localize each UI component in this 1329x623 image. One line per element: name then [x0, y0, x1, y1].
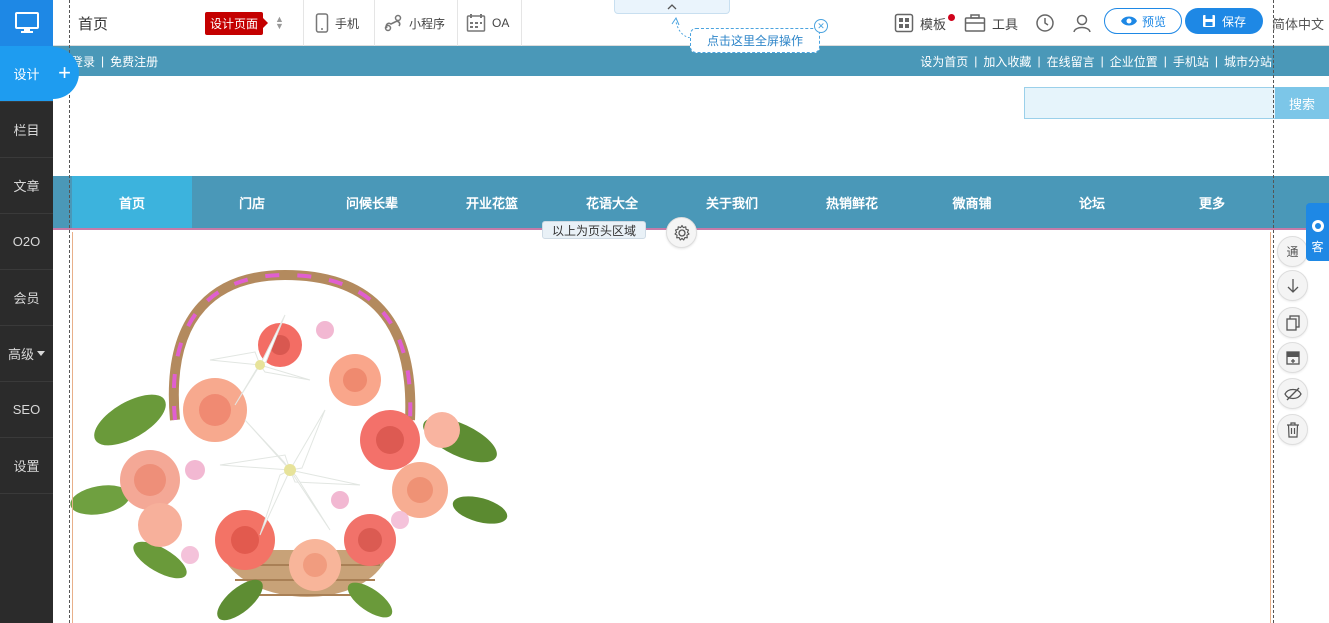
content-guide-right: [1270, 232, 1271, 623]
sidebar-item-o2o[interactable]: O2O: [0, 214, 53, 270]
toolbar-divider: [303, 0, 304, 46]
header-area-label: 以上为页头区域: [542, 221, 647, 239]
trash-icon: [1286, 421, 1299, 438]
page-title: 首页: [78, 15, 109, 33]
phone-icon: [315, 13, 329, 33]
content-guide-left: [72, 232, 73, 623]
move-down-button[interactable]: [1277, 270, 1308, 301]
layout-guide-right: [1273, 0, 1274, 623]
nav-item-home[interactable]: 首页: [72, 176, 192, 228]
eye-icon: [1120, 16, 1137, 26]
tools-button[interactable]: 工具: [964, 0, 1018, 46]
nav-item-more[interactable]: 更多: [1152, 176, 1272, 228]
site-search-input[interactable]: [1024, 87, 1276, 119]
add-section-button[interactable]: [1277, 342, 1308, 373]
notification-dot: [948, 13, 956, 21]
nav-item-stores[interactable]: 门店: [192, 176, 312, 228]
account-button[interactable]: [1072, 0, 1098, 46]
register-link[interactable]: 免费注册: [110, 53, 158, 70]
nav-item-hot-flowers[interactable]: 热销鲜花: [792, 176, 912, 228]
layout-guide-left: [69, 0, 70, 623]
design-page-badge: 设计页面: [205, 11, 269, 35]
oa-button[interactable]: OA: [466, 0, 509, 46]
clock-icon: [1036, 14, 1054, 32]
nav-item-elders[interactable]: 问候长辈: [312, 176, 432, 228]
floppy-icon: [1202, 15, 1215, 27]
miniprogram-icon: [384, 14, 402, 32]
fullscreen-tip[interactable]: 点击这里全屏操作: [690, 28, 820, 53]
mobile-site-link[interactable]: 手机站: [1173, 53, 1209, 70]
chevron-up-icon: [667, 3, 677, 9]
message-link[interactable]: 在线留言: [1047, 53, 1095, 70]
close-icon[interactable]: ✕: [814, 19, 828, 33]
copy-button[interactable]: [1277, 307, 1308, 338]
toolbox-icon: [964, 14, 986, 32]
toolbar-divider: [521, 0, 522, 46]
collapse-toolbar-tab[interactable]: [614, 0, 730, 14]
sidebar-item-design[interactable]: 设计: [0, 46, 53, 102]
sidebar-item-settings[interactable]: 设置: [0, 438, 53, 494]
toolbar-divider: [457, 0, 458, 46]
site-search-button[interactable]: 搜索: [1275, 87, 1329, 119]
left-sidebar: 设计 栏目 文章 O2O 会员 高级 SEO 设置: [0, 0, 53, 623]
sidebar-item-members[interactable]: 会员: [0, 270, 53, 326]
history-button[interactable]: [1035, 0, 1061, 46]
add-row-icon: [1285, 350, 1300, 365]
template-grid-icon: [894, 13, 914, 33]
monitor-icon[interactable]: [0, 0, 53, 46]
sidebar-item-seo[interactable]: SEO: [0, 382, 53, 438]
caret-down-icon: [37, 351, 45, 356]
nav-item-wechat-shop[interactable]: 微商铺: [912, 176, 1032, 228]
module-tool-general[interactable]: 通: [1277, 236, 1308, 267]
login-links: 登录 | 免费注册: [71, 53, 159, 70]
template-button[interactable]: 模板: [894, 0, 956, 46]
nav-item-opening-baskets[interactable]: 开业花篮: [432, 176, 552, 228]
toolbar-divider: [374, 0, 375, 46]
sidebar-item-advanced[interactable]: 高级: [0, 326, 53, 382]
language-selector[interactable]: 简体中文: [1272, 0, 1324, 46]
header-settings-button[interactable]: [666, 217, 697, 248]
customer-service-tab[interactable]: 客: [1306, 203, 1329, 261]
page-selector[interactable]: 设计页面 ▲ ▼: [205, 0, 284, 46]
sidebar-item-articles[interactable]: 文章: [0, 158, 53, 214]
mobile-button[interactable]: 手机: [315, 0, 359, 46]
sidebar-item-columns[interactable]: 栏目: [0, 102, 53, 158]
delete-button[interactable]: [1277, 414, 1308, 445]
arrow-down-icon: [1287, 278, 1298, 293]
hide-button[interactable]: [1277, 378, 1308, 409]
flower-basket-image: [70, 270, 508, 621]
nav-item-forum[interactable]: 论坛: [1032, 176, 1152, 228]
miniprogram-button[interactable]: 小程序: [383, 0, 445, 46]
save-button[interactable]: 保存: [1185, 8, 1263, 34]
site-top-links: 设为首页 | 加入收藏 | 在线留言 | 企业位置 | 手机站 | 城市分站: [920, 53, 1272, 70]
calendar-icon: [466, 14, 486, 32]
set-homepage-link[interactable]: 设为首页: [920, 53, 968, 70]
gear-icon: [673, 224, 690, 241]
location-link[interactable]: 企业位置: [1110, 53, 1158, 70]
preview-button[interactable]: 预览: [1104, 8, 1182, 34]
headset-icon: [1311, 220, 1324, 232]
sort-arrows-icon: ▲ ▼: [275, 14, 284, 31]
add-favorite-link[interactable]: 加入收藏: [983, 53, 1031, 70]
user-icon: [1073, 14, 1091, 33]
copy-icon: [1285, 314, 1300, 331]
eye-off-icon: [1283, 387, 1302, 400]
city-branch-link[interactable]: 城市分站: [1224, 53, 1272, 70]
